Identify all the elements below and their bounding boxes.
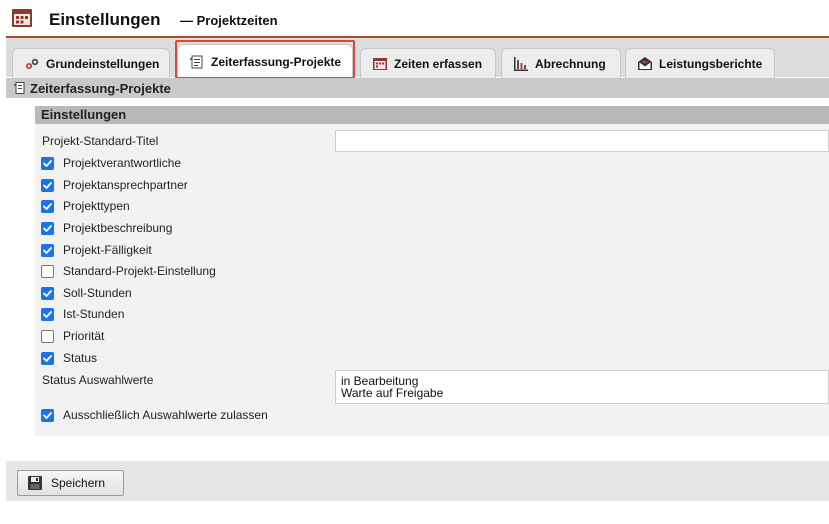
- tab-label: Abrechnung: [535, 57, 606, 71]
- tab-label: Zeiten erfassen: [394, 57, 483, 71]
- checkbox-label: Projekttypen: [63, 199, 130, 213]
- checkbox-label: Projektbeschreibung: [63, 221, 173, 235]
- checkbox[interactable]: [41, 243, 54, 257]
- gears-icon: [26, 58, 39, 69]
- section-title: Zeiterfassung-Projekte: [30, 80, 171, 96]
- checkbox-label: Ist-Stunden: [63, 307, 125, 321]
- checkbox-label: Status: [63, 351, 98, 365]
- checkbox[interactable]: [41, 408, 54, 422]
- envelope-icon: [638, 57, 652, 70]
- tab-grundeinstellungen[interactable]: Grundeinstellungen: [12, 48, 170, 79]
- checkbox[interactable]: [41, 221, 54, 235]
- checkbox[interactable]: [41, 286, 54, 300]
- floppy-disk-icon: [28, 476, 42, 490]
- tab-zeiten-erfassen[interactable]: Zeiten erfassen: [360, 48, 496, 79]
- standard-title-label: Projekt-Standard-Titel: [42, 134, 159, 148]
- checkbox-label: Projekt-Fälligkeit: [63, 243, 152, 257]
- save-button-label: Speichern: [51, 476, 106, 490]
- checkbox-label: Projektverantwortliche: [63, 156, 182, 170]
- checkbox-label: Projektansprechpartner: [63, 178, 188, 192]
- checkbox-label: Ausschließlich Auswahlwerte zulassen: [63, 408, 268, 422]
- panel-title: Einstellungen: [35, 106, 829, 124]
- page-subtitle: — Projektzeiten: [180, 13, 278, 28]
- tab-label: Leistungsberichte: [659, 57, 763, 71]
- calendar-icon: [373, 58, 387, 70]
- checkbox[interactable]: [41, 199, 54, 213]
- checkbox[interactable]: [41, 156, 54, 170]
- page-header: Einstellungen — Projektzeiten: [0, 0, 829, 36]
- option-ist-stunden[interactable]: Ist-Stunden: [41, 306, 124, 322]
- option-standard-projekt-einstellung[interactable]: Standard-Projekt-Einstellung: [41, 263, 216, 279]
- checkbox-label: Priorität: [63, 329, 105, 343]
- option-soll-stunden[interactable]: Soll-Stunden: [41, 285, 132, 301]
- tab-label: Grundeinstellungen: [46, 57, 160, 71]
- section-header: Zeiterfassung-Projekte: [6, 78, 829, 98]
- checkbox[interactable]: [41, 178, 54, 192]
- standard-title-input[interactable]: [335, 130, 829, 152]
- option-projektansprechpartner[interactable]: Projektansprechpartner: [41, 177, 188, 193]
- chart-icon: [514, 57, 528, 71]
- checkbox[interactable]: [41, 307, 54, 321]
- document-list-icon: [190, 55, 203, 69]
- checkbox-label: Soll-Stunden: [63, 286, 132, 300]
- save-button[interactable]: Speichern: [17, 470, 124, 496]
- form-footer: Speichern: [6, 461, 829, 501]
- status-values-textarea[interactable]: in Bearbeitung Warte auf Freigabe: [335, 370, 829, 404]
- checkbox[interactable]: [41, 329, 54, 343]
- tab-zeiterfassung-projekte[interactable]: Zeiterfassung-Projekte: [177, 44, 353, 79]
- option-status[interactable]: Status: [41, 350, 97, 366]
- tab-leistungsberichte[interactable]: Leistungsberichte: [625, 48, 775, 79]
- checkbox[interactable]: [41, 264, 54, 278]
- tab-abrechnung[interactable]: Abrechnung: [501, 48, 621, 79]
- page-title: Einstellungen: [49, 10, 161, 29]
- calendar-icon: [12, 9, 32, 27]
- option-projektbeschreibung[interactable]: Projektbeschreibung: [41, 220, 172, 236]
- document-list-icon: [14, 82, 25, 94]
- option-projektverantwortliche[interactable]: Projektverantwortliche: [41, 155, 181, 171]
- option-projekttypen[interactable]: Projekttypen: [41, 198, 130, 214]
- status-values-label: Status Auswahlwerte: [42, 373, 154, 387]
- checkbox-label: Standard-Projekt-Einstellung: [63, 264, 216, 278]
- option-only-values[interactable]: Ausschließlich Auswahlwerte zulassen: [41, 407, 268, 423]
- tab-label: Zeiterfassung-Projekte: [211, 55, 342, 69]
- settings-panel: Einstellungen Projekt-Standard-Titel Pro…: [35, 106, 829, 436]
- tab-bar: Grundeinstellungen Zeiterfassung-Projekt…: [6, 36, 829, 79]
- checkbox[interactable]: [41, 351, 54, 365]
- option-projekt-faelligkeit[interactable]: Projekt-Fälligkeit: [41, 242, 152, 258]
- option-prioritaet[interactable]: Priorität: [41, 328, 104, 344]
